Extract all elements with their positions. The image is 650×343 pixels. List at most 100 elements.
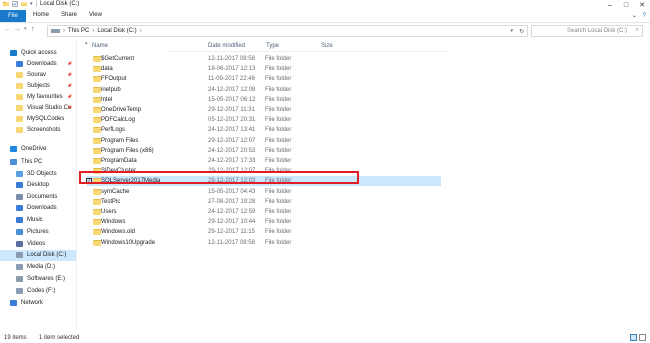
- file-name: Intel: [101, 96, 113, 103]
- table-row[interactable]: Intel 15-05-2017 06:12 File folder: [87, 95, 441, 105]
- title-bar: ▾ | Local Disk (C:) – □ ✕: [0, 0, 650, 10]
- nav-item[interactable]: Codes (F:): [0, 286, 76, 297]
- table-row[interactable]: inetpub 24-12-2017 12:08 File folder: [87, 85, 441, 95]
- nav-item-label: Quick access: [21, 50, 57, 56]
- nav-item[interactable]: Downloads 📌: [0, 59, 76, 70]
- nav-item[interactable]: Quick access: [0, 48, 76, 59]
- nav-item[interactable]: Desktop: [0, 180, 76, 191]
- folder-icon: [93, 239, 101, 246]
- nav-item[interactable]: Media (D:): [0, 262, 76, 273]
- refresh-icon[interactable]: ↻: [519, 28, 524, 35]
- nav-item[interactable]: Pictures: [0, 227, 76, 238]
- breadcrumb-separator: ›: [92, 28, 95, 34]
- table-row[interactable]: data 18-06-2017 12:13 File folder: [87, 64, 441, 74]
- table-row[interactable]: $GetCurrent 12-11-2017 08:58 File folder: [87, 54, 441, 64]
- minimize-button[interactable]: –: [602, 0, 618, 10]
- column-header-name[interactable]: Name: [92, 40, 108, 51]
- desktop-icon: [16, 182, 23, 188]
- nav-item-label: Subjects: [27, 83, 51, 89]
- nav-item[interactable]: Screenshots: [0, 125, 76, 136]
- nav-item[interactable]: Sourav 📌: [0, 70, 76, 81]
- file-type: File folder: [265, 96, 292, 103]
- column-header-size[interactable]: Size: [321, 40, 333, 51]
- address-dropdown-icon[interactable]: ▾: [510, 28, 513, 34]
- nav-scrollbar[interactable]: [73, 40, 76, 330]
- up-icon[interactable]: ↑: [31, 26, 35, 33]
- table-row[interactable]: FFOutput 11-09-2017 22:46 File folder: [87, 74, 441, 84]
- folder-icon: [16, 94, 23, 100]
- nav-item[interactable]: My favourites 📌: [0, 92, 76, 103]
- nav-item-label: 3D Objects: [27, 171, 57, 177]
- large-icons-view-icon[interactable]: [639, 334, 646, 341]
- file-date: 11-09-2017 22:46: [208, 76, 255, 83]
- breadcrumb-this-pc[interactable]: This PC: [68, 28, 89, 34]
- table-row[interactable]: PDFCalcLog 05-12-2017 20:31 File folder: [87, 115, 441, 125]
- file-name: FFOutput: [101, 76, 127, 83]
- nav-item[interactable]: MySQLCodes: [0, 114, 76, 125]
- tab-file[interactable]: File: [0, 10, 26, 22]
- table-row[interactable]: Windows.old 29-12-2017 11:15 File folder: [87, 227, 441, 237]
- table-row[interactable]: symCache 15-05-2017 04:43 File folder: [87, 187, 441, 197]
- file-name: Program Files: [101, 137, 139, 144]
- breadcrumb-separator: ›: [139, 28, 142, 34]
- maximize-button[interactable]: □: [618, 0, 634, 10]
- properties-icon[interactable]: [12, 1, 18, 7]
- tab-home[interactable]: Home: [33, 12, 49, 18]
- table-row[interactable]: ProgramData 24-12-2017 17:33 File folder: [87, 156, 441, 166]
- nav-item[interactable]: Network: [0, 298, 76, 309]
- nav-item[interactable]: Softwares (E:): [0, 274, 76, 285]
- nav-item[interactable]: Subjects 📌: [0, 81, 76, 92]
- breadcrumb-separator: ›: [63, 28, 65, 34]
- column-header-type[interactable]: Type: [266, 40, 279, 51]
- nav-item[interactable]: Videos: [0, 239, 76, 250]
- qa-customize-icon[interactable]: ▾: [30, 1, 33, 7]
- back-icon[interactable]: ←: [4, 26, 11, 33]
- expand-ribbon-icon[interactable]: ⌄: [632, 13, 637, 19]
- folder-icon: [93, 158, 101, 164]
- folder-icon: [16, 72, 23, 78]
- selection-highlight-box: [79, 171, 359, 184]
- help-icon[interactable]: ?: [643, 13, 646, 19]
- folder-icon: [93, 127, 101, 134]
- table-row[interactable]: Program Files 29-12-2017 12:07 File folder: [87, 136, 441, 146]
- nav-item[interactable]: This PC: [0, 157, 76, 168]
- file-name: Windows10Upgrade: [101, 239, 156, 246]
- details-view-icon[interactable]: [630, 334, 637, 341]
- address-bar[interactable]: › This PC › Local Disk (C:) › ▾ ↻: [47, 25, 528, 37]
- breadcrumb-local-disk[interactable]: Local Disk (C:): [97, 28, 136, 34]
- quick-access-toolbar: ▾ |: [3, 1, 37, 7]
- tab-view[interactable]: View: [89, 12, 102, 18]
- forward-icon[interactable]: →: [14, 26, 21, 33]
- file-date: 29-12-2017 12:07: [208, 137, 256, 144]
- search-input[interactable]: Search Local Disk (C:) ⌕: [531, 25, 643, 37]
- tab-share[interactable]: Share: [61, 12, 77, 18]
- nav-item[interactable]: 3D Objects: [0, 169, 76, 180]
- nav-item[interactable]: Documents: [0, 192, 76, 203]
- file-date: 24-12-2017 12:59: [208, 209, 256, 215]
- table-row[interactable]: Windows10Upgrade 12-11-2017 08:58 File fol…: [87, 238, 441, 248]
- nav-item[interactable]: Downloads: [0, 203, 76, 214]
- table-row[interactable]: OneDriveTemp 29-12-2017 11:31 File folder: [87, 105, 441, 115]
- nav-item[interactable]: Music: [0, 215, 76, 226]
- table-row[interactable]: Users 24-12-2017 12:59 File folder: [87, 207, 441, 217]
- cloud-icon: [10, 146, 17, 152]
- collapse-arrow-icon[interactable]: ▴: [85, 40, 88, 46]
- file-name: Users: [101, 209, 117, 215]
- nav-item-label: Videos: [27, 241, 46, 247]
- file-type: File folder: [265, 76, 292, 83]
- close-button[interactable]: ✕: [634, 0, 650, 10]
- table-row[interactable]: Windows 29-12-2017 10:44 File folder: [87, 217, 441, 227]
- table-row[interactable]: Program Files (x86) 24-12-2017 20:53 File …: [87, 146, 441, 156]
- nav-item[interactable]: OneDrive: [0, 144, 76, 155]
- recent-locations-icon[interactable]: ▾: [24, 26, 27, 32]
- table-row[interactable]: TestPic 27-08-2017 19:28 File folder: [87, 197, 441, 207]
- table-row[interactable]: PerfLogs 24-12-2017 13:41 File folder: [87, 125, 441, 135]
- file-name: Windows.old: [101, 229, 136, 236]
- column-header-date[interactable]: Date modified: [208, 40, 245, 51]
- file-type: File folder: [265, 137, 292, 144]
- folder-icon: [93, 117, 101, 124]
- file-type: File folder: [265, 56, 292, 62]
- nav-item[interactable]: Local Disk (C:): [0, 250, 76, 261]
- new-folder-icon[interactable]: [21, 1, 27, 7]
- nav-item[interactable]: Visual Studio Co 📌: [0, 103, 76, 114]
